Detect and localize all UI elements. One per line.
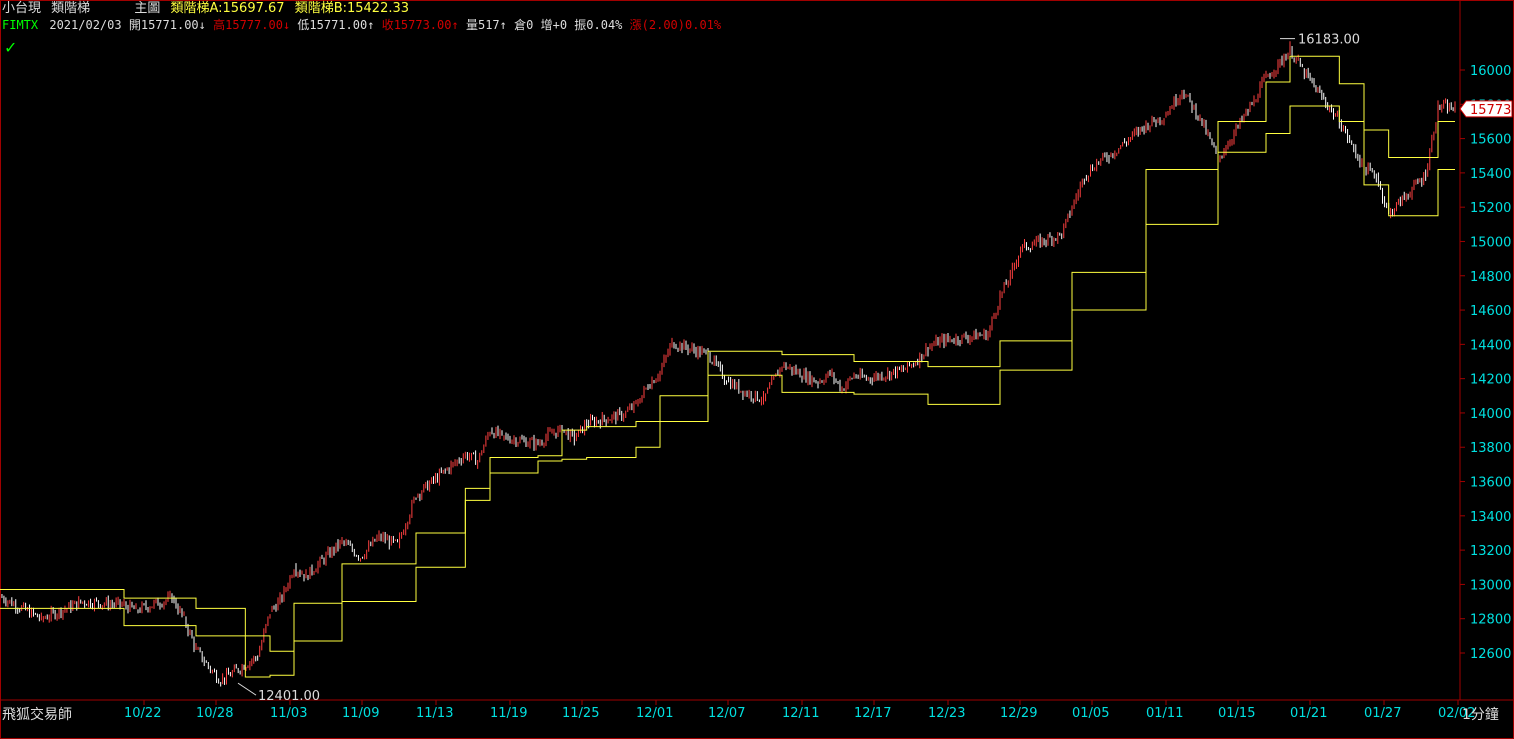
interval-label[interactable]: 1分鐘: [1462, 704, 1499, 724]
x-tick-label: 10/28: [196, 706, 233, 721]
x-tick-label: 12/29: [1000, 706, 1037, 721]
y-tick-label: 12600: [1470, 647, 1511, 662]
y-tick-label: 12800: [1470, 613, 1511, 628]
x-tick-label: 11/25: [562, 706, 599, 721]
y-tick-label: 13800: [1470, 441, 1511, 456]
y-tick-label: 15600: [1470, 133, 1511, 148]
ladder-a-line: [0, 55, 1455, 652]
x-tick-label: 12/23: [928, 706, 965, 721]
y-tick-label: 14000: [1470, 407, 1511, 422]
y-tick-label: 13200: [1470, 544, 1511, 559]
x-tick-label: 12/17: [854, 706, 891, 721]
y-tick-label: 14800: [1470, 270, 1511, 285]
x-tick-label: 10/22: [124, 706, 161, 721]
x-tick-label: 01/21: [1290, 706, 1327, 721]
x-tick-label: 01/11: [1146, 706, 1183, 721]
y-tick-label: 15200: [1470, 201, 1511, 216]
price-chart[interactable]: 12600 12800 13000 13200 13400 13600 13800 14000…: [0, 0, 1514, 739]
y-tick-label: 13000: [1470, 578, 1511, 593]
y-tick-label: 14200: [1470, 373, 1511, 388]
x-tick-label: 11/03: [270, 706, 307, 721]
max-price-label: 16183.00: [1298, 33, 1360, 48]
x-tick-label: 11/09: [342, 706, 379, 721]
last-price-label: 15773: [1470, 103, 1511, 118]
ladder-b-line: [0, 105, 1455, 678]
y-tick-label: 16000: [1470, 64, 1511, 79]
x-tick-label: 01/05: [1072, 706, 1109, 721]
x-tick-label: 12/01: [636, 706, 673, 721]
x-tick-label: 01/15: [1218, 706, 1255, 721]
x-tick-label: 01/27: [1364, 706, 1401, 721]
y-tick-label: 13600: [1470, 476, 1511, 491]
x-tick-label: 12/11: [782, 706, 819, 721]
x-tick-label: 11/13: [416, 706, 453, 721]
y-tick-label: 14400: [1470, 338, 1511, 353]
y-tick-label: 14600: [1470, 304, 1511, 319]
x-tick-label: 12/07: [708, 706, 745, 721]
y-tick-label: 15400: [1470, 167, 1511, 182]
y-tick-label: 15000: [1470, 235, 1511, 250]
min-price-label: 12401.00: [258, 689, 320, 704]
y-tick-label: 13400: [1470, 510, 1511, 525]
brand-label: 飛狐交易師: [2, 707, 72, 723]
x-tick-label: 11/19: [490, 706, 527, 721]
min-marker-line: [237, 682, 257, 696]
